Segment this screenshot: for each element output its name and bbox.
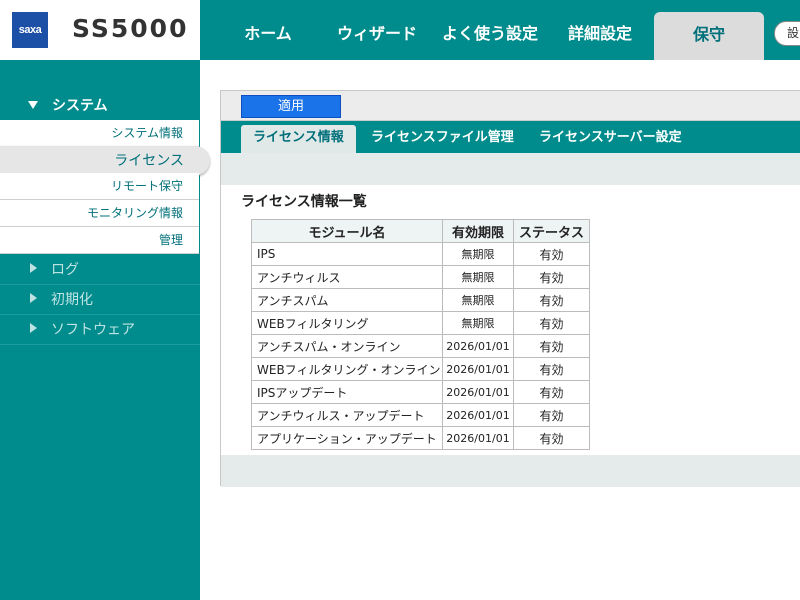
apply-button[interactable]: 適用 [241,95,341,118]
sidebar-category-log[interactable]: ログ [0,255,200,285]
sidebar-category-label: 初期化 [51,292,93,308]
expiry-cell: 2026/01/01 [442,357,514,381]
status-cell: 有効 [513,334,590,358]
expiry-cell: 無期限 [442,311,514,335]
tab-license-info[interactable]: ライセンス情報 [241,125,356,153]
table-row: アプリケーション・アップデート 2026/01/01 有効 [251,426,590,450]
table-row: IPSアップデート 2026/01/01 有効 [251,380,590,404]
expiry-cell: 2026/01/01 [442,380,514,404]
status-cell: 有効 [513,242,590,266]
sidebar-section-system[interactable]: システム [28,95,108,115]
status-cell: 有効 [513,265,590,289]
module-cell: IPSアップデート [251,380,443,404]
triangle-right-icon [30,293,37,303]
tab-license-server[interactable]: ライセンスサーバー設定 [539,125,682,153]
logout-button[interactable]: 設 [774,21,800,46]
column-status: ステータス [513,219,590,243]
table-row: アンチウィルス 無期限 有効 [251,265,590,289]
section-title: ライセンス情報一覧 [241,194,367,210]
status-cell: 有効 [513,357,590,381]
expiry-cell: 2026/01/01 [442,426,514,450]
status-cell: 有効 [513,380,590,404]
table-row: アンチスパム 無期限 有効 [251,288,590,312]
expiry-cell: 無期限 [442,288,514,312]
nav-maintenance[interactable]: 保守 [654,12,764,60]
triangle-right-icon [30,263,37,273]
sidebar-category-label: ソフトウェア [51,322,135,338]
sidebar-category-label: ログ [51,262,79,278]
saxa-logo: saxa [12,12,48,48]
module-cell: アンチスパム [251,288,443,312]
tab-license-file[interactable]: ライセンスファイル管理 [371,125,514,153]
sidebar-item-system-info[interactable]: システム情報 [0,120,199,147]
sidebar-item-monitoring[interactable]: モニタリング情報 [0,200,199,227]
module-cell: IPS [251,242,443,266]
sidebar: システム システム情報 ライセンス リモート保守 モニタリング情報 管理 ログ … [0,60,210,600]
product-name: SS5000 [72,14,189,43]
content-footer-strip [221,455,800,487]
sidebar-item-management[interactable]: 管理 [0,227,199,254]
sidebar-item-remote-maintenance[interactable]: リモート保守 [0,173,199,200]
main-panel: 適用 ライセンス情報 ライセンスファイル管理 ライセンスサーバー設定 ライセンス… [220,90,800,487]
module-cell: WEBフィルタリング [251,311,443,335]
panel-toolbar: 適用 [221,91,800,121]
table-header-row: モジュール名 有効期限 ステータス [251,219,590,243]
module-cell: アンチウィルス [251,265,443,289]
expiry-cell: 無期限 [442,242,514,266]
license-table: モジュール名 有効期限 ステータス IPS 無期限 有効 アンチウィルス 無期限 有効 アン… [251,219,590,450]
sidebar-category-init[interactable]: 初期化 [0,285,200,315]
sidebar-item-license[interactable]: ライセンス [0,146,210,176]
table-row: WEBフィルタリング・オンライン 2026/01/01 有効 [251,357,590,381]
expiry-cell: 2026/01/01 [442,403,514,427]
sidebar-section-label: システム [52,98,108,114]
nav-advanced-settings[interactable]: 詳細設定 [560,0,640,60]
expiry-cell: 2026/01/01 [442,334,514,358]
column-expiry: 有効期限 [442,219,514,243]
column-module: モジュール名 [251,219,443,243]
table-row: WEBフィルタリング 無期限 有効 [251,311,590,335]
nav-common-settings[interactable]: よく使う設定 [436,0,544,60]
table-row: IPS 無期限 有効 [251,242,590,266]
triangle-down-icon [28,101,38,109]
module-cell: アンチスパム・オンライン [251,334,443,358]
expiry-cell: 無期限 [442,265,514,289]
status-cell: 有効 [513,403,590,427]
module-cell: アンチウィルス・アップデート [251,403,443,427]
nav-home[interactable]: ホーム [228,0,308,60]
sidebar-category-software[interactable]: ソフトウェア [0,315,200,345]
table-row: アンチスパム・オンライン 2026/01/01 有効 [251,334,590,358]
module-cell: WEBフィルタリング・オンライン [251,357,443,381]
status-cell: 有効 [513,426,590,450]
status-cell: 有効 [513,288,590,312]
status-cell: 有効 [513,311,590,335]
module-cell: アプリケーション・アップデート [251,426,443,450]
table-row: アンチウィルス・アップデート 2026/01/01 有効 [251,403,590,427]
content-strip [221,153,800,185]
nav-wizard[interactable]: ウィザード [332,0,422,60]
tab-bar: ライセンス情報 ライセンスファイル管理 ライセンスサーバー設定 [221,121,800,153]
triangle-right-icon [30,323,37,333]
top-nav: ホーム ウィザード よく使う設定 詳細設定 保守 [200,0,800,60]
